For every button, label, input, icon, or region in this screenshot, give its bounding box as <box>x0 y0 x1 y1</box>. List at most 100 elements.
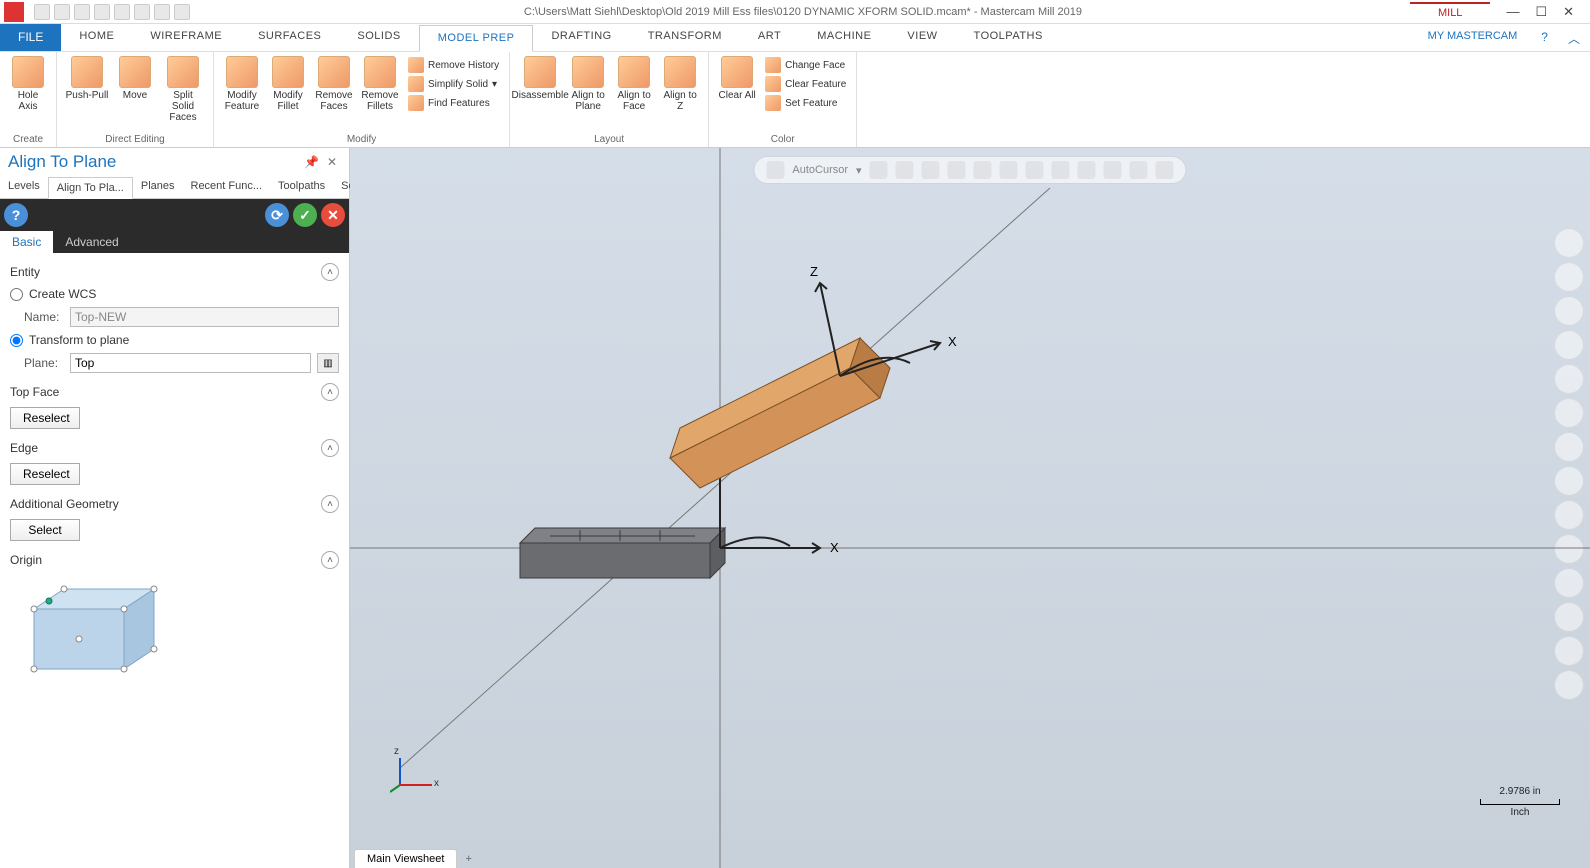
panel-action-bar: ? ⟳ ✓ ✕ <box>0 199 349 231</box>
entity-collapse-button[interactable]: ˄ <box>321 263 339 281</box>
push-pull-icon <box>71 56 103 88</box>
edge-reselect-button[interactable]: Reselect <box>10 463 80 485</box>
push-pull-button[interactable]: Push-Pull <box>63 54 111 103</box>
panel-tab-levels[interactable]: Levels <box>0 176 48 198</box>
graphics-viewport[interactable]: AutoCursor ▾ <box>350 148 1590 868</box>
tab-home[interactable]: HOME <box>61 24 132 51</box>
close-button[interactable]: ✕ <box>1563 4 1574 20</box>
group-label-color: Color <box>715 132 850 147</box>
origin-box-picker[interactable] <box>14 579 174 689</box>
remove-faces-icon <box>318 56 350 88</box>
remove-faces-button[interactable]: Remove Faces <box>312 54 356 114</box>
align-to-face-button[interactable]: Align to Face <box>612 54 656 114</box>
qat-copy-icon[interactable] <box>114 4 130 20</box>
addgeo-select-button[interactable]: Select <box>10 519 80 541</box>
qat-redo-icon[interactable] <box>174 4 190 20</box>
help-button[interactable]: ? <box>1531 24 1558 51</box>
upper-x-axis-label: X <box>948 334 957 349</box>
minimize-button[interactable]: — <box>1506 4 1519 20</box>
set-feature-label: Set Feature <box>785 98 837 109</box>
plane-label: Plane: <box>24 356 64 370</box>
tab-surfaces[interactable]: SURFACES <box>240 24 339 51</box>
transform-to-plane-radio[interactable] <box>10 334 23 347</box>
panel-tab-align[interactable]: Align To Pla... <box>48 177 133 199</box>
plane-input[interactable] <box>70 353 311 373</box>
tab-model-prep[interactable]: MODEL PREP <box>419 25 534 52</box>
tab-view[interactable]: VIEW <box>889 24 955 51</box>
subtab-advanced[interactable]: Advanced <box>53 231 130 253</box>
tab-wireframe[interactable]: WIREFRAME <box>132 24 240 51</box>
tab-solids[interactable]: SOLIDS <box>339 24 418 51</box>
set-feature-button[interactable]: Set Feature <box>763 94 848 112</box>
change-face-button[interactable]: Change Face <box>763 56 848 74</box>
topface-reselect-button[interactable]: Reselect <box>10 407 80 429</box>
qat-undo-icon[interactable] <box>154 4 170 20</box>
ribbon-group-color: Clear All Change Face Clear Feature Set … <box>709 52 857 147</box>
tab-machine[interactable]: MACHINE <box>799 24 889 51</box>
panel-pin-button[interactable]: 📌 <box>300 155 323 169</box>
align-to-plane-label: Align to Plane <box>568 90 608 112</box>
tab-toolpaths[interactable]: TOOLPATHS <box>956 24 1061 51</box>
qat-open-icon[interactable] <box>74 4 90 20</box>
viewsheet-main[interactable]: Main Viewsheet <box>354 849 457 868</box>
simplify-solid-button[interactable]: Simplify Solid ▾ <box>406 75 501 93</box>
remove-fillets-label: Remove Fillets <box>360 90 400 112</box>
push-pull-label: Push-Pull <box>66 90 109 101</box>
ribbon-collapse-button[interactable]: ︿ <box>1558 24 1590 51</box>
remove-history-label: Remove History <box>428 60 499 71</box>
qat-save-icon[interactable] <box>54 4 70 20</box>
align-to-z-button[interactable]: Align to Z <box>658 54 702 114</box>
remove-history-button[interactable]: Remove History <box>406 56 501 74</box>
clear-all-button[interactable]: Clear All <box>715 54 759 103</box>
panel-tab-recent[interactable]: Recent Func... <box>183 176 271 198</box>
panel-tab-toolpaths[interactable]: Toolpaths <box>270 176 333 198</box>
scale-unit: Inch <box>1480 807 1560 818</box>
group-label-modify: Modify <box>220 132 503 147</box>
qat-print-icon[interactable] <box>94 4 110 20</box>
panel-apply-button[interactable]: ⟳ <box>265 203 289 227</box>
tab-file[interactable]: FILE <box>0 24 61 51</box>
panel-cancel-button[interactable]: ✕ <box>321 203 345 227</box>
panel-tab-planes[interactable]: Planes <box>133 176 183 198</box>
tab-transform[interactable]: TRANSFORM <box>630 24 740 51</box>
panel-help-button[interactable]: ? <box>4 203 28 227</box>
align-to-face-label: Align to Face <box>614 90 654 112</box>
create-wcs-radio[interactable] <box>10 288 23 301</box>
split-solid-faces-button[interactable]: Split Solid Faces <box>159 54 207 125</box>
qat-paste-icon[interactable] <box>134 4 150 20</box>
viewsheet-add-button[interactable]: + <box>457 850 479 868</box>
lower-x-axis-label: X <box>830 540 839 555</box>
panel-ok-button[interactable]: ✓ <box>293 203 317 227</box>
qat-new-icon[interactable] <box>34 4 50 20</box>
move-button[interactable]: Move <box>113 54 157 103</box>
tab-drafting[interactable]: DRAFTING <box>533 24 629 51</box>
remove-fillets-button[interactable]: Remove Fillets <box>358 54 402 114</box>
hole-axis-button[interactable]: Hole Axis <box>6 54 50 114</box>
panel-close-button[interactable]: ✕ <box>323 155 341 169</box>
find-features-button[interactable]: Find Features <box>406 94 501 112</box>
maximize-button[interactable]: ☐ <box>1535 4 1547 20</box>
my-mastercam-link[interactable]: MY MASTERCAM <box>1414 24 1532 51</box>
edge-collapse-button[interactable]: ˄ <box>321 439 339 457</box>
modify-fillet-button[interactable]: Modify Fillet <box>266 54 310 114</box>
clear-feature-button[interactable]: Clear Feature <box>763 75 848 93</box>
subtab-basic[interactable]: Basic <box>0 231 53 253</box>
ribbon-tabs: FILE HOME WIREFRAME SURFACES SOLIDS MODE… <box>0 24 1590 52</box>
modify-feature-button[interactable]: Modify Feature <box>220 54 264 114</box>
hole-axis-label: Hole Axis <box>8 90 48 112</box>
ribbon-group-modify: Modify Feature Modify Fillet Remove Face… <box>214 52 510 147</box>
move-label: Move <box>123 90 147 101</box>
align-to-plane-button[interactable]: Align to Plane <box>566 54 610 114</box>
topface-collapse-button[interactable]: ˄ <box>321 383 339 401</box>
modify-feature-icon <box>226 56 258 88</box>
model-view[interactable]: X Z X Z <box>350 148 1590 868</box>
context-tab-mill[interactable]: MILL <box>1410 2 1490 22</box>
addgeo-collapse-button[interactable]: ˄ <box>321 495 339 513</box>
align-to-face-icon <box>618 56 650 88</box>
disassemble-button[interactable]: Disassemble <box>516 54 564 103</box>
disassemble-label: Disassemble <box>512 90 569 101</box>
plane-picker-button[interactable]: ▥ <box>317 353 339 373</box>
tab-art[interactable]: ART <box>740 24 799 51</box>
split-faces-label: Split Solid Faces <box>161 90 205 123</box>
origin-collapse-button[interactable]: ˄ <box>321 551 339 569</box>
